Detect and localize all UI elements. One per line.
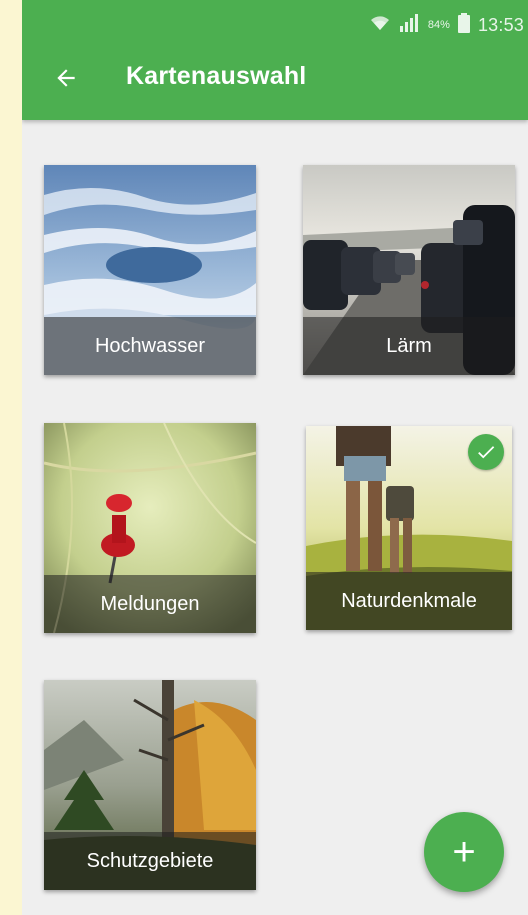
back-button[interactable]: [48, 60, 84, 96]
battery-percent: 84%: [427, 19, 450, 31]
card-hochwasser[interactable]: Hochwasser: [44, 165, 256, 375]
card-label: Lärm: [303, 317, 515, 375]
selected-badge: [468, 434, 504, 470]
card-label: Schutzgebiete: [44, 832, 256, 890]
card-schutzgebiete[interactable]: Schutzgebiete: [44, 680, 256, 890]
signal-icon: [398, 13, 420, 38]
wifi-icon: [370, 13, 390, 38]
card-label: Hochwasser: [44, 317, 256, 375]
left-margin: [0, 0, 22, 915]
battery-icon: [457, 12, 470, 38]
page-title: Kartenauswahl: [126, 62, 307, 90]
card-naturdenkmale[interactable]: Naturdenkmale: [306, 426, 512, 630]
card-meldungen[interactable]: Meldungen: [44, 423, 256, 633]
app-screen: 84% 13:53 Kartenauswahl Hochwasser Lärm …: [22, 0, 528, 915]
status-bar: 84% 13:53: [370, 12, 524, 38]
card-label: Naturdenkmale: [306, 572, 512, 630]
arrow-back-icon: [57, 69, 75, 87]
card-label: Meldungen: [44, 575, 256, 633]
plus-icon: +: [452, 829, 476, 874]
add-card-button[interactable]: +: [424, 812, 504, 892]
status-time: 13:53: [477, 14, 524, 35]
app-bar: 84% 13:53 Kartenauswahl: [22, 0, 528, 120]
card-laerm[interactable]: Lärm: [303, 165, 515, 375]
check-icon: [478, 446, 495, 459]
